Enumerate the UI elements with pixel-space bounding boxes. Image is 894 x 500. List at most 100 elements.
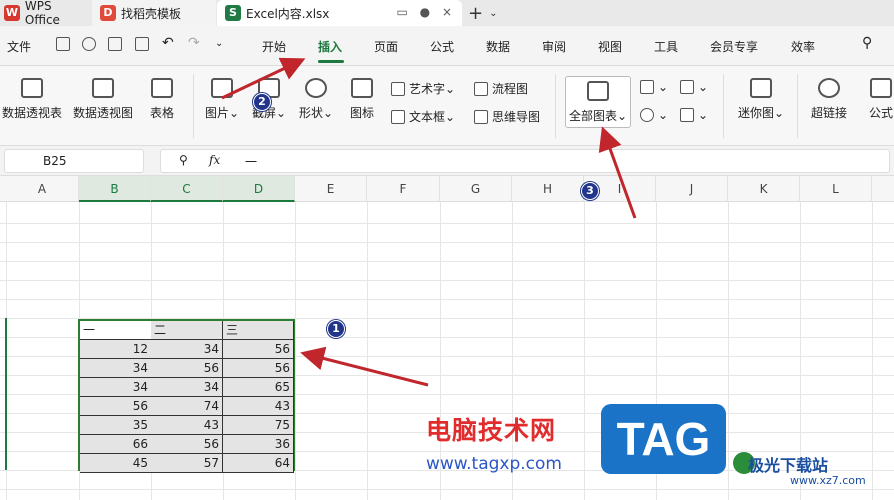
menu-bar: 文件 ↶ ↷ ⌄ 开始 插入 页面 公式 数据 审阅 视图 工具 会员专享 效率… — [0, 26, 894, 66]
column-header-B[interactable]: B — [79, 176, 151, 202]
table-button[interactable]: 表格 — [146, 78, 178, 121]
header-cell[interactable]: 三 — [223, 321, 294, 340]
chevron-down-icon[interactable]: ⌄ — [215, 38, 223, 49]
menu-tools[interactable]: 工具 — [654, 38, 678, 55]
divider — [555, 74, 556, 138]
menu-data[interactable]: 数据 — [486, 38, 510, 55]
chevron-down-icon[interactable]: ⌄ — [489, 8, 497, 19]
table-cell[interactable]: 56 — [223, 340, 294, 359]
column-header-D[interactable]: D — [223, 176, 295, 202]
fx-icon[interactable]: fx — [209, 153, 220, 167]
column-header-K[interactable]: K — [728, 176, 800, 202]
table-cell[interactable]: 75 — [223, 416, 294, 435]
zoom-icon[interactable]: ⚲ — [179, 153, 188, 167]
tab-find-template[interactable]: D 找稻壳模板 — [92, 0, 216, 26]
column-header-G[interactable]: G — [440, 176, 512, 202]
header-cell[interactable]: 二 — [151, 321, 223, 340]
redo-icon[interactable]: ↷ — [188, 35, 200, 51]
table-cell[interactable]: 64 — [223, 454, 294, 473]
table-cell[interactable]: 66 — [80, 435, 152, 454]
column-header-F[interactable]: F — [367, 176, 440, 202]
table-cell[interactable]: 36 — [223, 435, 294, 454]
column-header-C[interactable]: C — [151, 176, 223, 202]
print-icon[interactable] — [108, 37, 122, 51]
picture-button[interactable]: 图片⌄ — [203, 78, 241, 121]
table-cell[interactable]: 57 — [151, 454, 223, 473]
sparkline-button[interactable]: 迷你图⌄ — [736, 78, 786, 121]
print-preview-icon[interactable] — [135, 37, 149, 51]
column-header-A[interactable]: A — [6, 176, 79, 202]
line-chart-button[interactable]: ⌄ — [680, 80, 708, 94]
pie-chart-button[interactable]: ⌄ — [640, 108, 668, 122]
grid-line — [367, 202, 368, 500]
menu-file[interactable]: 文件 — [7, 38, 31, 55]
pivot-chart-button[interactable]: 数据透视图 — [72, 78, 134, 121]
column-header-E[interactable]: E — [295, 176, 367, 202]
shape-button[interactable]: 形状⌄ — [296, 78, 336, 121]
dot-icon[interactable]: ● — [420, 5, 430, 19]
table-cell[interactable]: 56 — [151, 359, 223, 378]
grid-line — [295, 202, 296, 500]
name-box[interactable]: B25 — [4, 149, 144, 173]
table-cell[interactable]: 56 — [223, 359, 294, 378]
flowchart-button[interactable]: 流程图 — [474, 80, 528, 97]
table-cell[interactable]: 74 — [151, 397, 223, 416]
table-cell[interactable]: 43 — [151, 416, 223, 435]
undo-icon[interactable]: ↶ — [162, 35, 174, 51]
column-header-H[interactable]: H — [512, 176, 584, 202]
menu-review[interactable]: 审阅 — [542, 38, 566, 55]
menu-view[interactable]: 视图 — [598, 38, 622, 55]
table-cell[interactable]: 56 — [151, 435, 223, 454]
table-cell[interactable]: 56 — [80, 397, 152, 416]
picture-icon — [211, 78, 233, 98]
column-headers: ABCDEFGHIJKL — [0, 176, 894, 202]
menu-member[interactable]: 会员专享 — [710, 38, 758, 55]
column-header-L[interactable]: L — [800, 176, 872, 202]
mindmap-button[interactable]: 思维导图 — [474, 108, 540, 125]
column-chart-button[interactable]: ⌄ — [640, 80, 668, 94]
tab-wps-office[interactable]: W WPS Office — [0, 0, 90, 27]
table-cell[interactable]: 35 — [80, 416, 152, 435]
header-cell[interactable]: 一 — [80, 321, 152, 340]
table-cell[interactable]: 34 — [151, 340, 223, 359]
table-cell[interactable]: 45 — [80, 454, 152, 473]
table-cell[interactable]: 34 — [151, 378, 223, 397]
pivot-table-button[interactable]: 数据透视表 — [2, 78, 62, 121]
table-cell[interactable]: 12 — [80, 340, 152, 359]
picture-label: 图片⌄ — [204, 106, 240, 120]
menu-page[interactable]: 页面 — [374, 38, 398, 55]
close-icon[interactable]: × — [442, 5, 452, 19]
formula-input-area[interactable]: ⚲ fx 一 — [160, 149, 890, 173]
scatter-chart-button[interactable]: ⌄ — [680, 108, 708, 122]
table-cell[interactable]: 34 — [80, 359, 152, 378]
text-box-button[interactable]: 文本框 ⌄ — [391, 108, 455, 125]
save-icon[interactable] — [56, 37, 70, 51]
table-cell[interactable]: 34 — [80, 378, 152, 397]
tab-excel-file[interactable]: S Excel内容.xlsx ▭ ● × — [217, 0, 462, 26]
menu-efficiency[interactable]: 效率 — [791, 38, 815, 55]
text-box-icon — [391, 109, 405, 124]
data-table[interactable]: 一二三 12 34 56 34 56 56 34 34 65 56 74 43 35 43 75 66 56 36 4… — [78, 319, 295, 473]
flowchart-label: 流程图 — [492, 82, 529, 96]
menu-formula[interactable]: 公式 — [430, 38, 454, 55]
monitor-icon[interactable]: ▭ — [396, 5, 407, 19]
search-icon[interactable]: ⚲ — [862, 35, 872, 51]
table-cell[interactable]: 43 — [223, 397, 294, 416]
grid-line — [0, 280, 894, 281]
bar-chart-icon — [587, 81, 609, 101]
menu-start[interactable]: 开始 — [262, 38, 286, 55]
hyperlink-label: 超链接 — [810, 106, 847, 120]
column-header-J[interactable]: J — [656, 176, 728, 202]
table-cell[interactable]: 65 — [223, 378, 294, 397]
new-tab-button[interactable]: + ⌄ — [468, 0, 508, 26]
icon-button[interactable]: 图标 — [346, 78, 378, 121]
all-charts-button[interactable]: 全部图表⌄ — [565, 76, 631, 128]
shape-label: 形状⌄ — [298, 106, 334, 120]
art-text-button[interactable]: 艺术字 ⌄ — [391, 80, 455, 97]
menu-insert[interactable]: 插入 — [318, 38, 342, 55]
table-icon — [151, 78, 173, 98]
formula-button[interactable]: 公式 — [868, 78, 894, 121]
divider — [723, 74, 724, 138]
hyperlink-button[interactable]: 超链接 — [808, 78, 850, 121]
share-icon[interactable] — [82, 37, 96, 51]
